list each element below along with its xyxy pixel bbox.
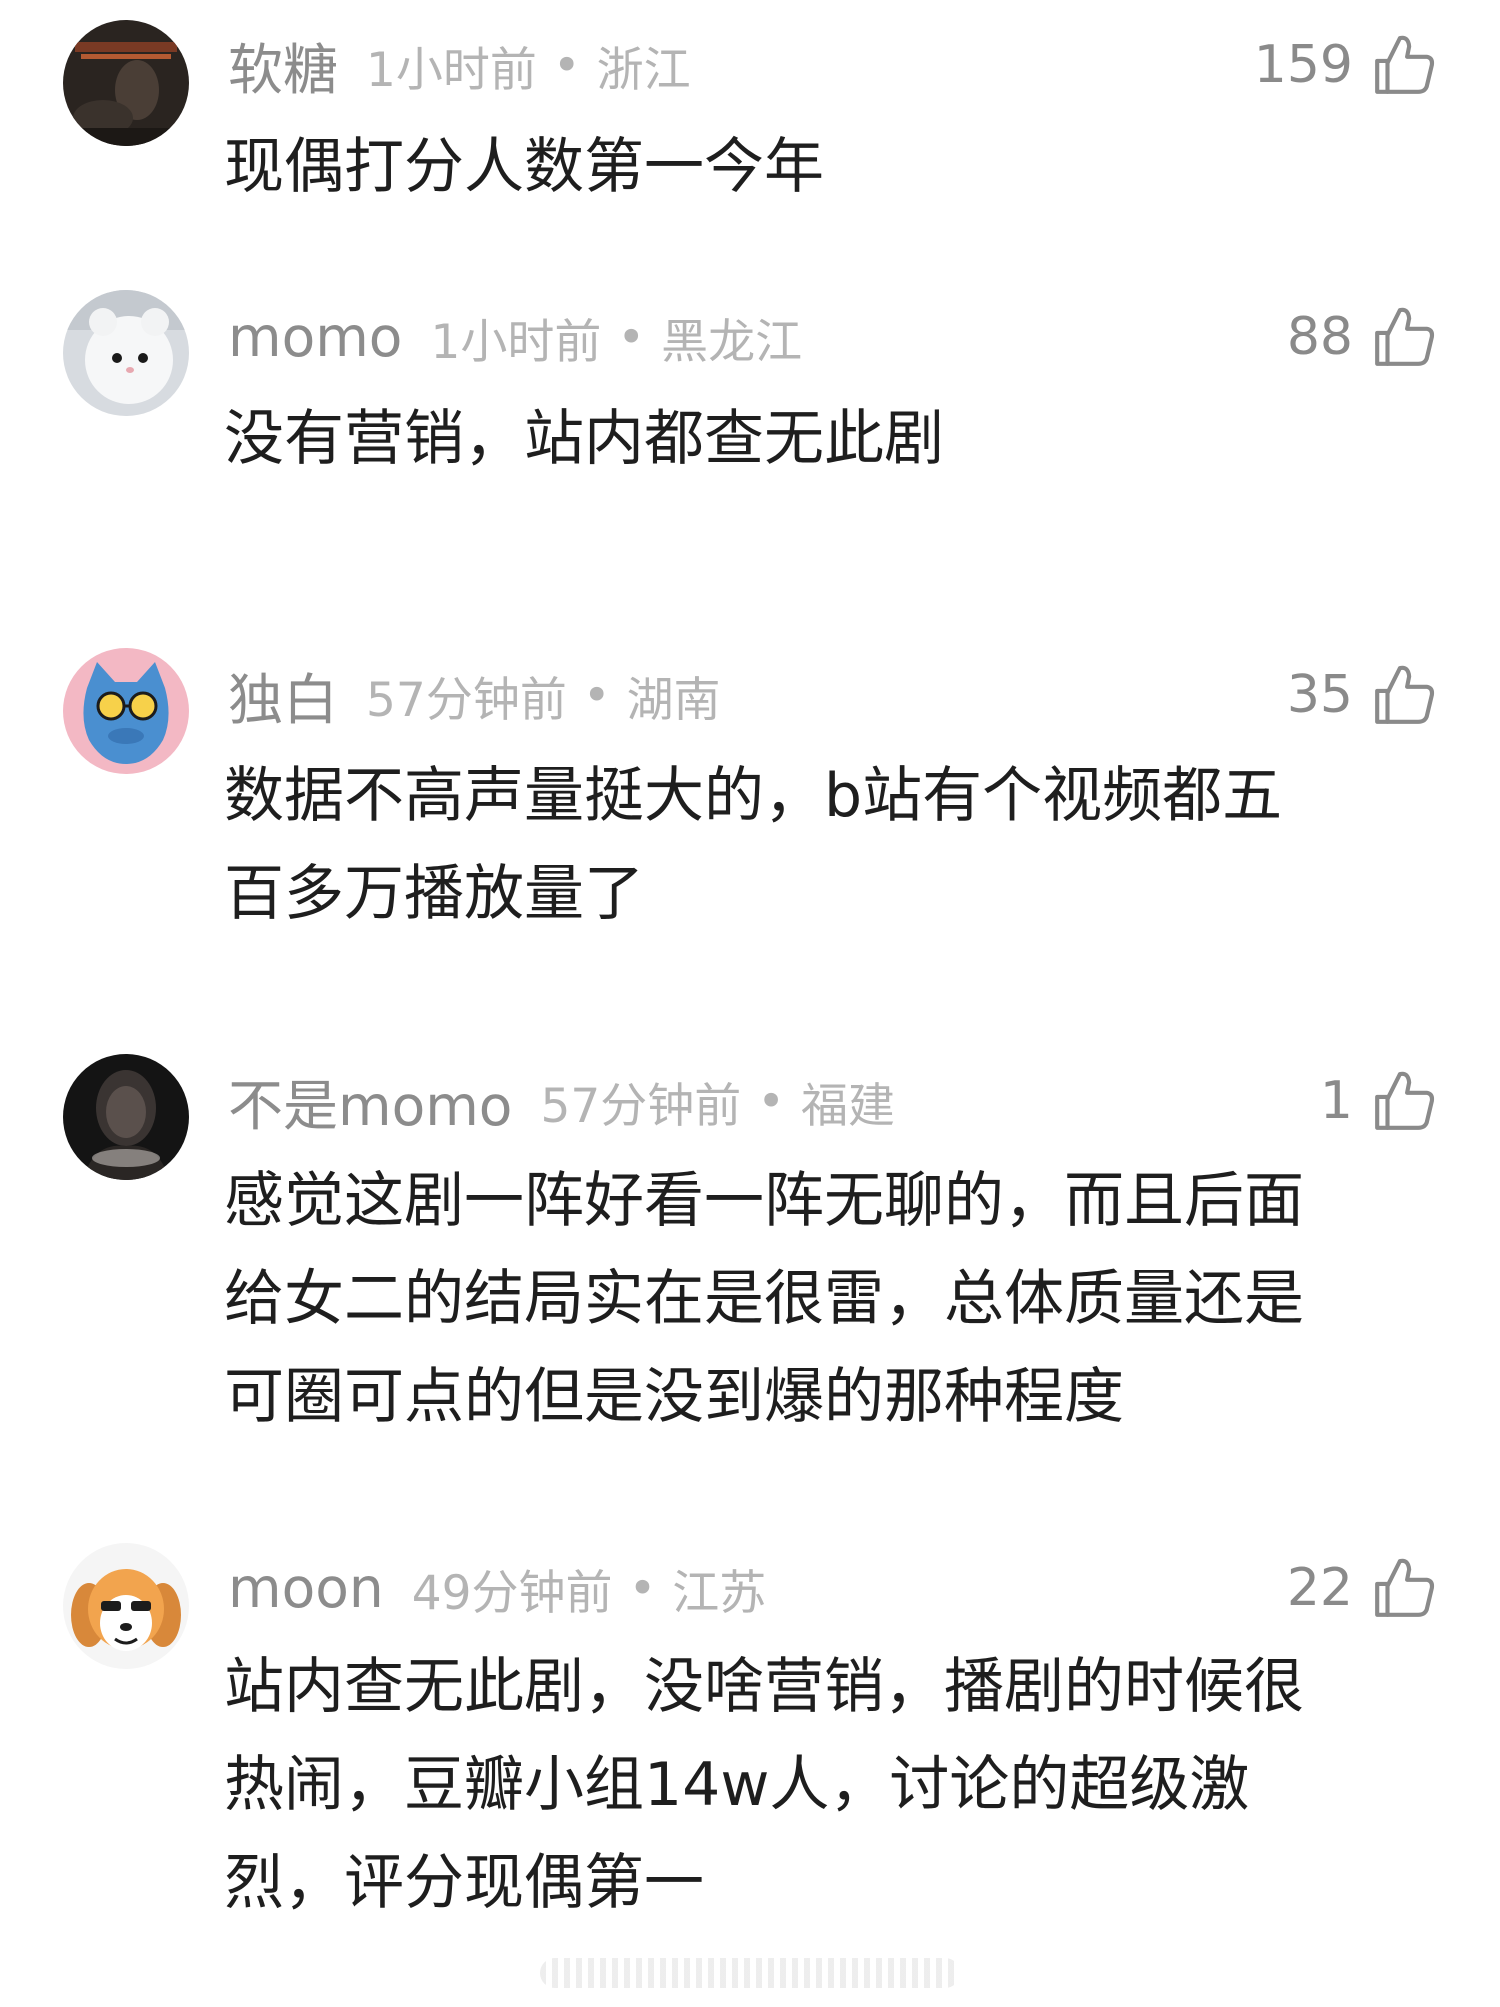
like-count: 22 — [1286, 1558, 1353, 1618]
timestamp: 57分钟前 — [540, 1078, 742, 1134]
like-count: 35 — [1286, 665, 1353, 725]
timestamp: 1小时前 — [366, 42, 537, 98]
timestamp: 1小时前 — [430, 314, 602, 370]
comment-meta: 不是momo 57分钟前 • 福建 — [228, 1066, 896, 1139]
avatar[interactable] — [63, 20, 189, 146]
like-button[interactable]: 159 — [1254, 30, 1437, 100]
thumbs-up-icon[interactable] — [1371, 1555, 1437, 1621]
avatar-cartoon-dog-icon — [63, 1543, 189, 1669]
separator-dot: • — [582, 667, 611, 723]
watermark — [540, 1958, 960, 1988]
avatar-dark-room-icon — [63, 20, 189, 146]
username[interactable]: moon — [228, 1556, 384, 1620]
location: 福建 — [801, 1078, 896, 1134]
thumbs-up-icon[interactable] — [1371, 304, 1437, 370]
username[interactable]: momo — [228, 305, 402, 369]
comment-meta: 软糖 1小时前 • 浙江 — [228, 30, 691, 103]
username[interactable]: 不是momo — [228, 1061, 512, 1141]
comment-text: 没有营销，站内都查无此剧 — [224, 404, 944, 474]
like-button[interactable]: 22 — [1287, 1553, 1437, 1623]
separator-dot: • — [628, 1560, 657, 1616]
comment-text: 站内查无此剧，没啥营销，播剧的时候很 热闹，豆瓣小组14w人，讨论的超级激 烈，… — [224, 1652, 1304, 1918]
avatar[interactable] — [63, 648, 189, 774]
comment-text: 现偶打分人数第一今年 — [224, 132, 824, 202]
separator-dot: • — [617, 309, 646, 365]
avatar[interactable] — [63, 1543, 189, 1669]
like-button[interactable]: 35 — [1287, 660, 1437, 730]
location: 黑龙江 — [661, 314, 803, 370]
separator-dot: • — [757, 1073, 786, 1129]
avatar-white-plush-icon — [63, 290, 189, 416]
comment-meta: moon 49分钟前 • 江苏 — [228, 1553, 766, 1623]
username[interactable]: 独白 — [228, 655, 338, 735]
timestamp: 49分钟前 — [411, 1565, 613, 1621]
like-button[interactable]: 88 — [1287, 302, 1437, 372]
like-count: 88 — [1286, 307, 1353, 367]
comment-text: 数据不高声量挺大的，b站有个视频都五 百多万播放量了 — [224, 761, 1283, 929]
thumbs-up-icon[interactable] — [1371, 662, 1437, 728]
comment-meta: momo 1小时前 • 黑龙江 — [228, 302, 802, 372]
avatar-blue-cat-icon — [63, 648, 189, 774]
avatar[interactable] — [63, 290, 189, 416]
separator-dot: • — [552, 37, 581, 93]
thumbs-up-icon[interactable] — [1371, 1068, 1437, 1134]
location: 江苏 — [672, 1565, 767, 1621]
like-count: 159 — [1253, 35, 1353, 95]
timestamp: 57分钟前 — [366, 672, 567, 728]
avatar-dark-portrait-icon — [63, 1054, 189, 1180]
location: 浙江 — [596, 42, 691, 98]
comment-text: 感觉这剧一阵好看一阵无聊的，而且后面 给女二的结局实在是很雷，总体质量还是 可圈… — [224, 1166, 1304, 1432]
location: 湖南 — [626, 672, 721, 728]
like-button[interactable]: 1 — [1320, 1066, 1437, 1136]
username[interactable]: 软糖 — [228, 25, 338, 105]
thumbs-up-icon[interactable] — [1371, 32, 1437, 98]
like-count: 1 — [1319, 1071, 1353, 1131]
comment-list: 软糖 1小时前 • 浙江 159 现偶打分人数第一今年 momo 1小时前 • … — [0, 0, 1500, 2007]
avatar[interactable] — [63, 1054, 189, 1180]
comment-meta: 独白 57分钟前 • 湖南 — [228, 660, 721, 733]
